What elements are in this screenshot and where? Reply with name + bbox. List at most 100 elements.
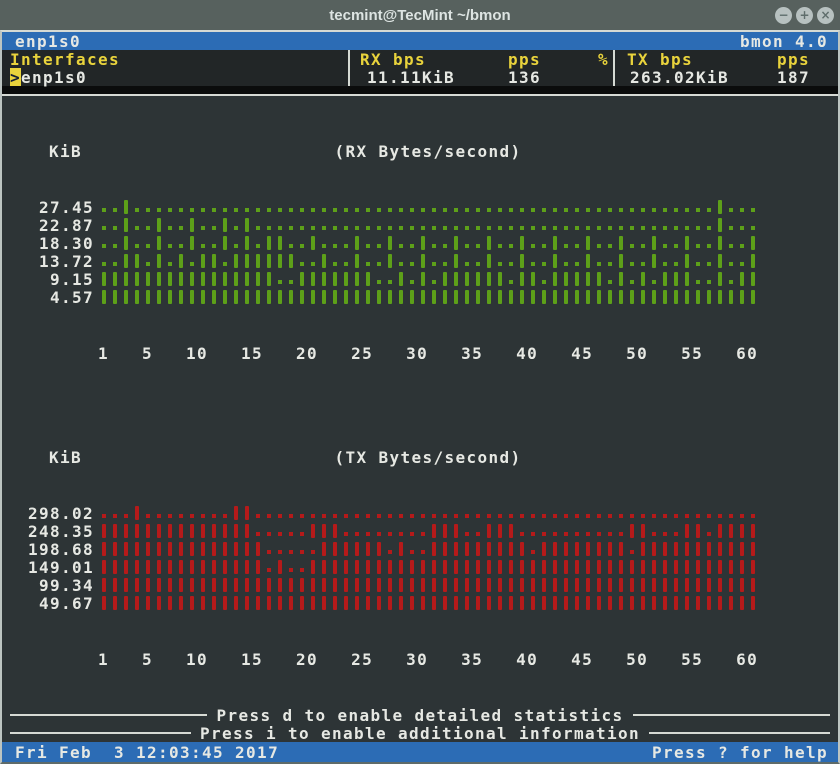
bar-cell	[549, 270, 560, 288]
dot-cell	[362, 198, 373, 216]
dot-cell	[472, 216, 483, 234]
dot-cell	[648, 270, 659, 288]
dot-cell	[340, 234, 351, 252]
bar-cell	[428, 522, 439, 540]
dot-cell	[296, 540, 307, 558]
dot-cell	[164, 234, 175, 252]
dot-cell	[593, 252, 604, 270]
bar-cell	[406, 594, 417, 612]
tx-graph-rows: 298.02248.35198.68149.0199.3449.67	[8, 504, 838, 612]
bar-cell	[747, 252, 758, 270]
dot-cell	[560, 522, 571, 540]
bar-cell	[340, 558, 351, 576]
bar-cell	[615, 540, 626, 558]
dot-cell	[527, 252, 538, 270]
window-titlebar[interactable]: tecmint@TecMint ~/bmon − + ×	[0, 0, 840, 30]
bar-cell	[164, 558, 175, 576]
bar-cell	[186, 216, 197, 234]
bar-cell	[153, 522, 164, 540]
bar-cell	[714, 576, 725, 594]
bar-cell	[296, 576, 307, 594]
dot-cell	[98, 234, 109, 252]
graph-cells	[98, 576, 758, 594]
dot-cell	[373, 522, 384, 540]
dot-cell	[736, 252, 747, 270]
bar-cell	[164, 288, 175, 306]
bar-cell	[659, 594, 670, 612]
dot-cell	[142, 198, 153, 216]
bar-cell	[483, 234, 494, 252]
dot-cell	[417, 504, 428, 522]
rx-bps-value: 11.11KiB	[367, 68, 455, 87]
dot-cell	[406, 252, 417, 270]
bar-cell	[153, 252, 164, 270]
dot-cell	[560, 216, 571, 234]
graph-row: 99.34	[8, 576, 838, 594]
bar-cell	[670, 540, 681, 558]
dot-cell	[659, 216, 670, 234]
dot-cell	[109, 234, 120, 252]
dot-cell	[208, 216, 219, 234]
terminal-screen[interactable]: enp1s0 bmon 4.0 Interfaces RX bps pps % …	[0, 30, 840, 764]
dot-cell	[483, 216, 494, 234]
dot-cell	[670, 522, 681, 540]
dot-cell	[340, 252, 351, 270]
dot-cell	[109, 198, 120, 216]
bar-cell	[461, 558, 472, 576]
bar-cell	[681, 522, 692, 540]
dot-cell	[659, 198, 670, 216]
bar-cell	[98, 270, 109, 288]
bar-cell	[637, 558, 648, 576]
bar-cell	[516, 576, 527, 594]
bar-cell	[219, 270, 230, 288]
dot-cell	[538, 504, 549, 522]
close-button[interactable]: ×	[817, 7, 834, 24]
bar-cell	[747, 270, 758, 288]
bar-cell	[120, 216, 131, 234]
bar-cell	[494, 594, 505, 612]
bar-cell	[648, 234, 659, 252]
dot-cell	[373, 270, 384, 288]
dot-cell	[296, 558, 307, 576]
dot-cell	[384, 504, 395, 522]
dot-cell	[582, 504, 593, 522]
bar-cell	[197, 594, 208, 612]
bar-cell	[153, 576, 164, 594]
bar-cell	[736, 594, 747, 612]
bar-cell	[604, 558, 615, 576]
interface-row[interactable]: > enp1s0 11.11KiB 136 263.02KiB 187	[2, 68, 838, 86]
bar-cell	[318, 252, 329, 270]
bar-cell	[98, 594, 109, 612]
graph-cells	[98, 234, 758, 252]
bar-cell	[659, 270, 670, 288]
maximize-button[interactable]: +	[796, 7, 813, 24]
bar-cell	[527, 576, 538, 594]
dot-cell	[197, 504, 208, 522]
bar-cell	[604, 288, 615, 306]
dot-cell	[285, 522, 296, 540]
dot-cell	[164, 252, 175, 270]
dot-cell	[219, 504, 230, 522]
rx-pps-value: 136	[508, 68, 541, 87]
dot-cell	[659, 522, 670, 540]
dot-cell	[505, 504, 516, 522]
bar-cell	[395, 594, 406, 612]
bar-cell	[406, 288, 417, 306]
bar-cell	[439, 558, 450, 576]
bar-cell	[670, 594, 681, 612]
bar-cell	[98, 540, 109, 558]
dot-cell	[329, 252, 340, 270]
bar-cell	[725, 288, 736, 306]
bar-cell	[384, 594, 395, 612]
bar-cell	[153, 594, 164, 612]
bar-cell	[483, 270, 494, 288]
dot-cell	[263, 558, 274, 576]
bar-cell	[340, 288, 351, 306]
dot-cell	[263, 540, 274, 558]
dot-cell	[428, 198, 439, 216]
bar-cell	[197, 270, 208, 288]
minimize-button[interactable]: −	[775, 7, 792, 24]
dot-cell	[692, 234, 703, 252]
bar-cell	[593, 558, 604, 576]
bar-cell	[142, 576, 153, 594]
